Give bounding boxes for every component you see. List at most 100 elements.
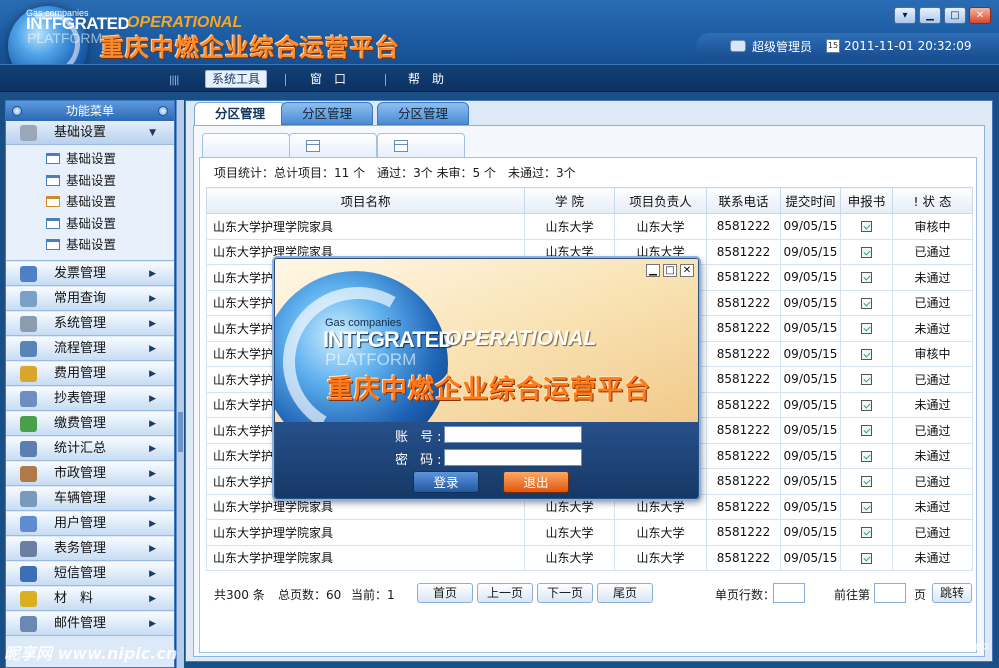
sidebar-group-item[interactable]: 统计汇总 ▶ <box>6 436 174 461</box>
sidebar-group-item[interactable]: 抄表管理 ▶ <box>6 386 174 411</box>
sidebar-group-basic-settings[interactable]: 基础设置 ▼ <box>6 121 174 145</box>
sidebar-group-item[interactable]: 短信管理 ▶ <box>6 561 174 586</box>
document-icon[interactable] <box>861 476 872 488</box>
sidebar-group-item[interactable]: 常用查询 ▶ <box>6 286 174 311</box>
document-icon[interactable] <box>861 527 872 539</box>
goto-page-input[interactable] <box>874 583 906 603</box>
password-input[interactable] <box>444 449 582 466</box>
tab-zone-management-3[interactable]: 分区管理 <box>377 102 469 125</box>
close-button[interactable]: ✕ <box>969 7 991 24</box>
tab-zone-management-active[interactable]: 分区管理 <box>194 102 286 125</box>
table-row[interactable]: 山东大学护理学院家具山东大学山东大学858122209/05/15未通过 <box>206 544 973 571</box>
sidebar-splitter[interactable] <box>176 100 184 668</box>
subtab-1[interactable] <box>202 133 290 157</box>
sidebar-group-label: 用户管理 <box>54 515 107 531</box>
cell-application[interactable] <box>840 519 893 546</box>
document-icon[interactable] <box>861 501 872 513</box>
cell-application[interactable] <box>840 366 893 393</box>
subtab-3[interactable] <box>377 133 465 157</box>
sidebar-group-item[interactable]: 市政管理 ▶ <box>6 461 174 486</box>
sidebar-group-item[interactable]: 用户管理 ▶ <box>6 511 174 536</box>
document-icon[interactable] <box>861 272 872 284</box>
dropdown-button[interactable]: ▾ <box>894 7 916 24</box>
cell-application[interactable] <box>840 468 893 495</box>
col-submit-time[interactable]: 提交时间 <box>780 187 841 214</box>
chevron-right-icon: ▶ <box>149 368 156 379</box>
sidebar-subitem[interactable]: 基础设置 <box>6 212 174 234</box>
document-icon[interactable] <box>861 552 872 564</box>
document-icon[interactable] <box>861 297 872 309</box>
sidebar-group-item[interactable]: 材 料 ▶ <box>6 586 174 611</box>
col-college[interactable]: 学 院 <box>524 187 615 214</box>
sidebar-group-item[interactable]: 系统管理 ▶ <box>6 311 174 336</box>
cell-application[interactable] <box>840 417 893 444</box>
cell-submit-time: 09/05/15 <box>780 468 841 495</box>
cell-owner: 山东大学 <box>614 544 707 571</box>
cell-application[interactable] <box>840 493 893 520</box>
col-phone[interactable]: 联系电话 <box>706 187 781 214</box>
cell-application[interactable] <box>840 264 893 291</box>
col-project-name[interactable]: 项目名称 <box>206 187 525 214</box>
sidebar-group-item[interactable]: 邮件管理 ▶ <box>6 611 174 636</box>
minimize-button[interactable]: ▁ <box>919 7 941 24</box>
login-banner: Gas companies INTFGRATED OPERATIONAL PLA… <box>275 259 698 456</box>
app-title: 重庆中燃企业综合运营平台 <box>100 34 400 62</box>
subtab-2[interactable] <box>289 133 377 157</box>
sidebar-group-item[interactable]: 费用管理 ▶ <box>6 361 174 386</box>
user-name[interactable]: 超级管理员 <box>752 38 812 55</box>
next-page-button[interactable]: 下一页 <box>537 583 593 603</box>
login-button[interactable]: 登录 <box>413 471 479 493</box>
sidebar-subitem[interactable]: 基础设置 <box>6 191 174 213</box>
maximize-button[interactable]: □ <box>944 7 966 24</box>
sidebar-subitem[interactable]: 基础设置 <box>6 234 174 256</box>
cell-application[interactable] <box>840 315 893 342</box>
cell-application[interactable] <box>840 544 893 571</box>
exit-button[interactable]: 退出 <box>503 471 569 493</box>
gear-icon <box>20 125 37 141</box>
document-icon[interactable] <box>861 374 872 386</box>
col-status[interactable]: ! 状 态 <box>892 187 973 214</box>
document-icon[interactable] <box>861 399 872 411</box>
document-icon[interactable] <box>861 221 872 233</box>
splitter-handle[interactable] <box>178 412 183 452</box>
account-input[interactable] <box>444 426 582 443</box>
document-icon[interactable] <box>861 425 872 437</box>
cell-application[interactable] <box>840 213 893 240</box>
login-brand-en-2: OPERATIONAL <box>445 327 597 350</box>
document-icon[interactable] <box>861 348 872 360</box>
col-project-owner[interactable]: 项目负责人 <box>614 187 707 214</box>
document-icon[interactable] <box>861 246 872 258</box>
first-page-button[interactable]: 首页 <box>417 583 473 603</box>
sidebar-collapse-icon[interactable] <box>158 106 168 116</box>
cell-application[interactable] <box>840 391 893 418</box>
tab-zone-management-2[interactable]: 分区管理 <box>281 102 373 125</box>
jump-button[interactable]: 跳转 <box>932 583 972 603</box>
dialog-close-button[interactable]: ✕ <box>680 264 694 277</box>
sidebar-subitem[interactable]: 基础设置 <box>6 169 174 191</box>
sidebar-group-item[interactable]: 流程管理 ▶ <box>6 336 174 361</box>
menu-window[interactable]: 窗 口 <box>304 70 352 88</box>
document-icon[interactable] <box>861 323 872 335</box>
cell-application[interactable] <box>840 340 893 367</box>
table-row[interactable]: 山东大学护理学院家具山东大学山东大学858122209/05/15已通过 <box>206 519 973 546</box>
col-application[interactable]: 申报书 <box>840 187 893 214</box>
sidebar-pin-icon[interactable] <box>12 106 22 116</box>
menu-system-tools[interactable]: 系统工具 <box>205 70 268 88</box>
rows-per-page-input[interactable] <box>773 583 805 603</box>
dialog-minimize-button[interactable]: ▁ <box>646 264 660 277</box>
sidebar-subitem[interactable]: 基础设置 <box>6 148 174 170</box>
sidebar-group-item[interactable]: 发票管理 ▶ <box>6 261 174 286</box>
sidebar-group-item[interactable]: 缴费管理 ▶ <box>6 411 174 436</box>
sidebar-group-item[interactable]: 表务管理 ▶ <box>6 536 174 561</box>
table-row[interactable]: 山东大学护理学院家具山东大学山东大学858122209/05/15审核中 <box>206 213 973 240</box>
prev-page-button[interactable]: 上一页 <box>477 583 533 603</box>
dialog-maximize-button[interactable]: □ <box>663 264 677 277</box>
cell-submit-time: 09/05/15 <box>780 289 841 316</box>
document-icon[interactable] <box>861 450 872 462</box>
menu-help[interactable]: 帮 助 <box>402 70 450 88</box>
sidebar-group-item[interactable]: 车辆管理 ▶ <box>6 486 174 511</box>
last-page-button[interactable]: 尾页 <box>597 583 653 603</box>
cell-application[interactable] <box>840 289 893 316</box>
cell-application[interactable] <box>840 442 893 469</box>
cell-application[interactable] <box>840 238 893 265</box>
